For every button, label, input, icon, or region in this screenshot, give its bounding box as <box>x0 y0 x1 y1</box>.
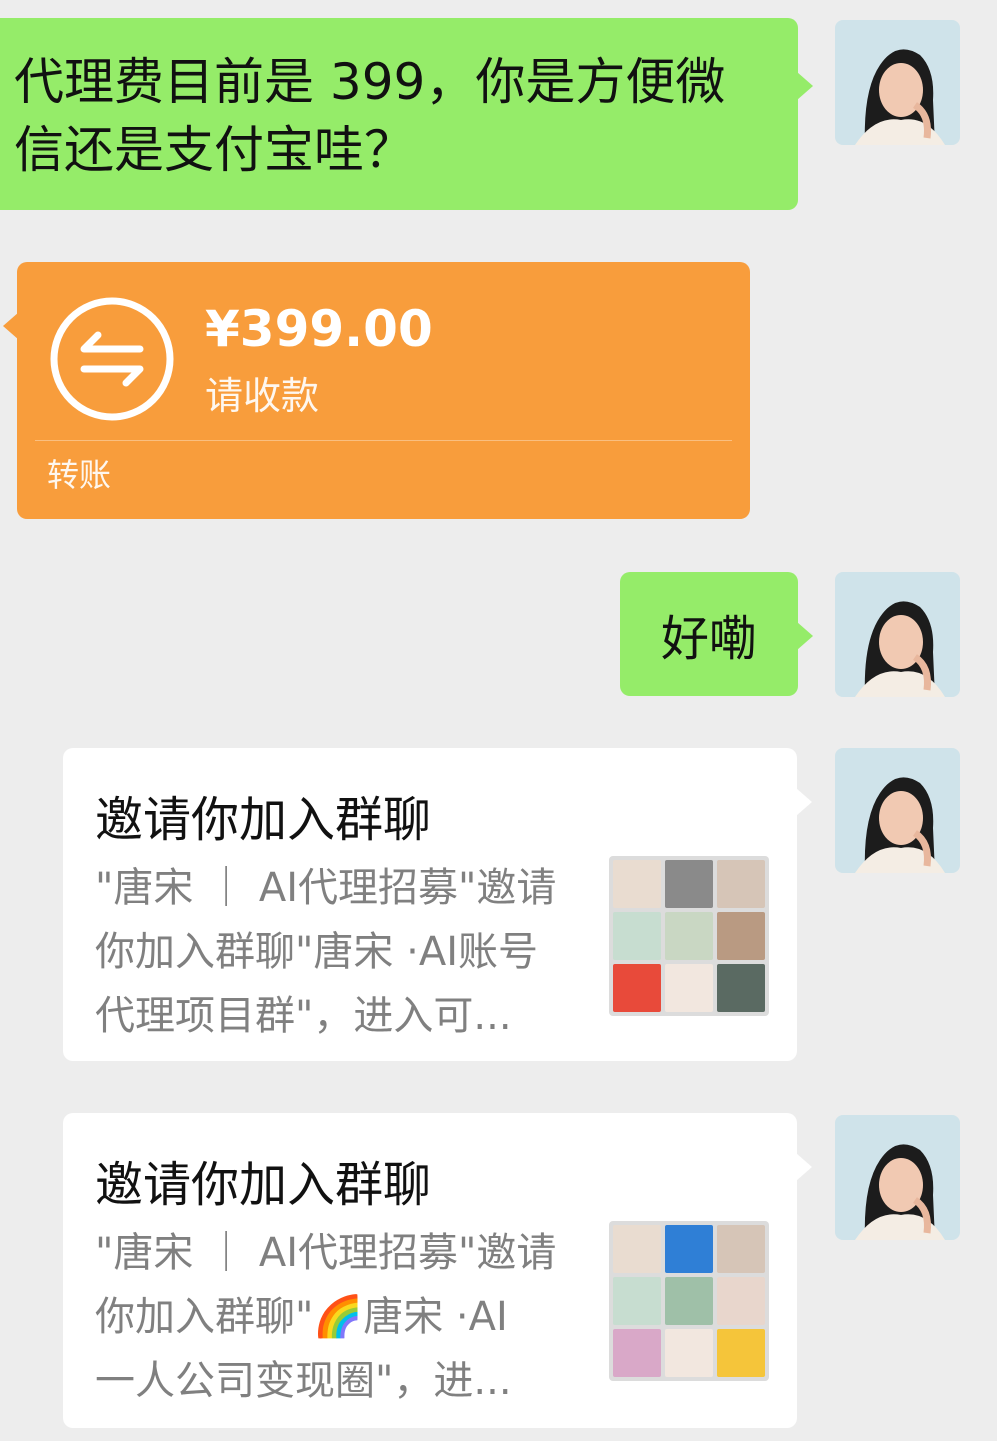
transfer-card[interactable]: ¥399.00 请收款 转账 <box>3 262 750 519</box>
bubble-tail <box>797 622 813 650</box>
chat-bubble-text[interactable]: 代理费目前是 399，你是方便微 信还是支付宝哇？ <box>0 18 813 210</box>
avatar-photo <box>835 748 960 873</box>
bubble-tail <box>797 72 813 100</box>
user-avatar[interactable] <box>835 748 960 873</box>
group-invite-card[interactable]: 邀请你加入群聊 "唐宋 ｜ AI代理招募"邀请 你加入群聊"🌈唐宋 ·AI 一人… <box>63 1113 812 1428</box>
message-text-line: 代理费目前是 399，你是方便微 <box>14 53 726 111</box>
group-avatar-grid <box>609 1221 769 1381</box>
user-avatar[interactable] <box>835 1115 960 1240</box>
avatar-photo <box>835 1115 960 1240</box>
bubble-tail <box>3 312 19 340</box>
transfer-arrows-icon <box>50 297 174 421</box>
invite-description: "唐宋 ｜ AI代理招募"邀请 你加入群聊"🌈唐宋 ·AI 一人公司变现圈"，进… <box>95 1230 557 1404</box>
user-avatar[interactable] <box>835 20 960 145</box>
bubble-tail <box>796 788 812 816</box>
invite-title: 邀请你加入群聊 <box>95 1157 432 1213</box>
avatar-photo <box>835 572 960 697</box>
divider <box>35 440 732 441</box>
invite-title: 邀请你加入群聊 <box>95 792 432 848</box>
bubble-tail <box>796 1153 812 1181</box>
avatar-photo <box>835 20 960 145</box>
invite-description: "唐宋 ｜ AI代理招募"邀请 你加入群聊"唐宋 ·AI账号 代理项目群"，进入… <box>95 865 557 1039</box>
user-avatar[interactable] <box>835 572 960 697</box>
transfer-label: 转账 <box>47 456 112 494</box>
message-text-line: 信还是支付宝哇？ <box>14 121 414 179</box>
transfer-amount: ¥399.00 <box>205 300 433 358</box>
group-invite-card[interactable]: 邀请你加入群聊 "唐宋 ｜ AI代理招募"邀请 你加入群聊"唐宋 ·AI账号 代… <box>63 748 812 1061</box>
message-text: 好嘞 <box>660 611 757 667</box>
transfer-status: 请收款 <box>205 374 320 418</box>
chat-bubble-text[interactable]: 好嘞 <box>620 572 813 696</box>
group-avatar-grid <box>609 856 769 1016</box>
